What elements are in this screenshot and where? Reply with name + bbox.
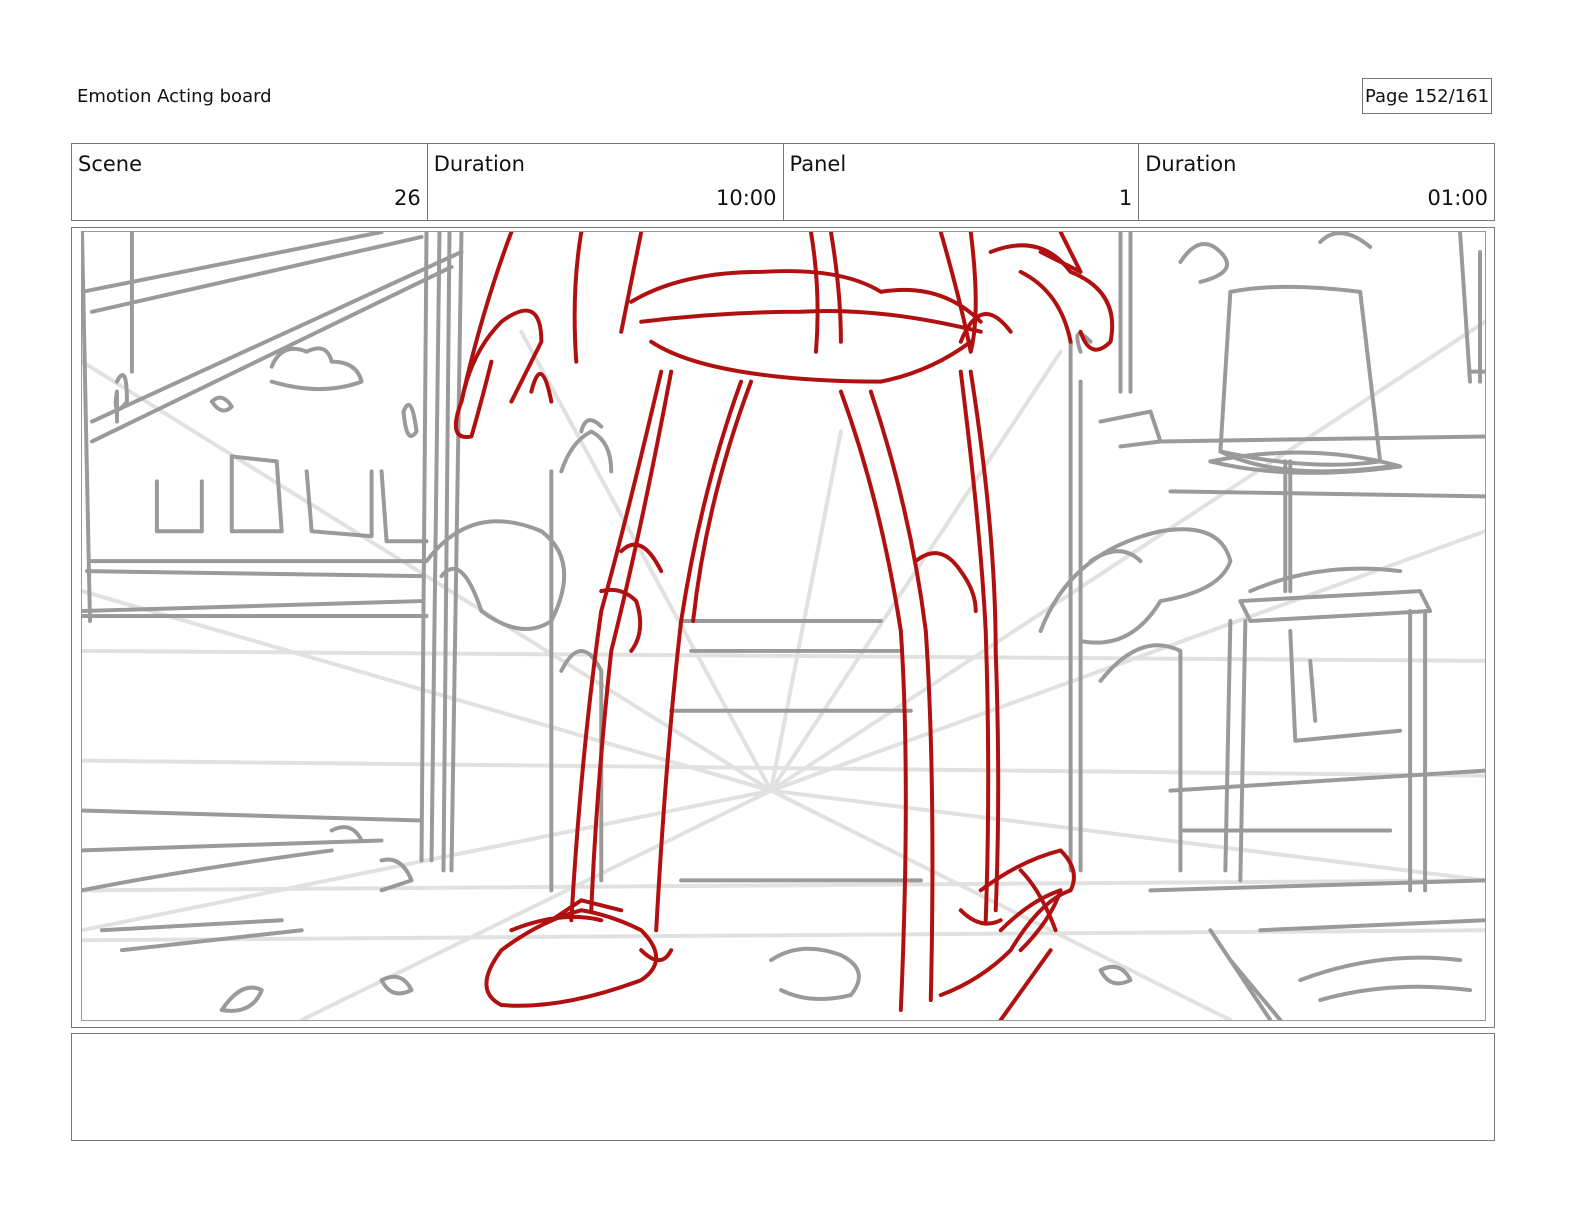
scene-cell: Scene 26 xyxy=(72,144,428,220)
scene-value: 26 xyxy=(394,186,421,210)
perspective-guides xyxy=(82,319,1485,1020)
board-title: Emotion Acting board xyxy=(77,86,272,107)
panel-info-row: Scene 26 Duration 10:00 Panel 1 Duration… xyxy=(71,143,1495,221)
panel-label: Panel xyxy=(789,152,847,176)
character-sketch xyxy=(453,232,1115,1020)
scene-label: Scene xyxy=(78,152,143,176)
panel-duration-label: Duration xyxy=(1145,152,1237,176)
scene-duration-label: Duration xyxy=(433,152,525,176)
panel-duration-cell: Duration 01:00 xyxy=(1139,144,1494,220)
panel-duration-value: 01:00 xyxy=(1427,186,1488,210)
scene-duration-cell: Duration 10:00 xyxy=(428,144,784,220)
panel-value: 1 xyxy=(1118,186,1133,210)
scene-duration-value: 10:00 xyxy=(715,186,777,210)
notes-box xyxy=(71,1033,1495,1141)
background-sketch xyxy=(82,232,1485,1020)
panel-cell: Panel 1 xyxy=(784,144,1140,220)
storyboard-sketch xyxy=(81,231,1486,1021)
page-number: Page 152/161 xyxy=(1362,78,1492,114)
